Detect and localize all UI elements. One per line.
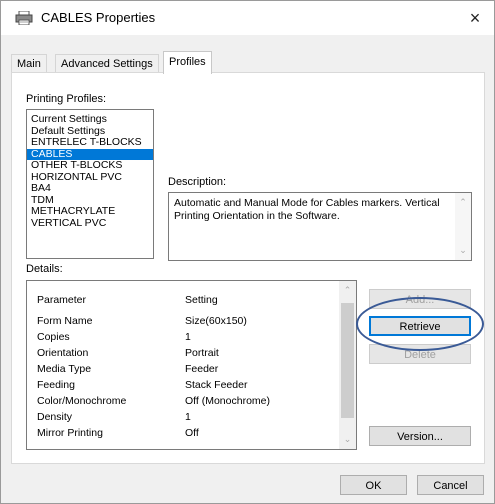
description-box: Automatic and Manual Mode for Cables mar…: [168, 192, 472, 261]
list-item[interactable]: OTHER T-BLOCKS: [27, 159, 153, 172]
details-header: Parameter Setting: [27, 293, 337, 307]
setting-cell: 1: [185, 331, 191, 343]
details-scrollbar[interactable]: ⌃ ⌄: [339, 281, 356, 449]
parameter-cell: Density: [37, 411, 73, 423]
table-row: Media Type Feeder: [27, 362, 337, 376]
delete-button[interactable]: Delete: [369, 344, 471, 364]
column-header-setting: Setting: [185, 294, 218, 306]
column-header-parameter: Parameter: [37, 294, 87, 306]
title-bar: CABLES Properties ×: [1, 1, 494, 35]
printing-profiles-list[interactable]: Current Settings Default Settings ENTREL…: [26, 109, 154, 259]
table-row: Form Name Size(60x150): [27, 314, 337, 328]
setting-cell: Feeder: [185, 363, 219, 375]
retrieve-button[interactable]: Retrieve: [369, 316, 471, 336]
scrollbar-thumb[interactable]: [341, 303, 354, 418]
setting-cell: Off: [185, 427, 199, 439]
table-row: Mirror Printing Off: [27, 426, 337, 440]
close-button[interactable]: ×: [460, 3, 490, 33]
properties-dialog: CABLES Properties × Main Advanced Settin…: [0, 0, 495, 504]
parameter-cell: Orientation: [37, 347, 89, 359]
description-text: Automatic and Manual Mode for Cables mar…: [174, 197, 440, 222]
list-item[interactable]: BA4: [27, 182, 153, 195]
table-row: Orientation Portrait: [27, 346, 337, 360]
setting-cell: Stack Feeder: [185, 379, 248, 391]
parameter-cell: Form Name: [37, 315, 93, 327]
window-title: CABLES Properties: [41, 10, 156, 25]
parameter-cell: Color/Monochrome: [37, 395, 127, 407]
printing-profiles-label: Printing Profiles:: [26, 93, 107, 105]
table-row: Feeding Stack Feeder: [27, 378, 337, 392]
printer-icon: [15, 11, 33, 25]
table-row: Color/Monochrome Off (Monochrome): [27, 394, 337, 408]
tab-main[interactable]: Main: [11, 54, 47, 73]
tab-profiles[interactable]: Profiles: [163, 51, 212, 74]
parameter-cell: Copies: [37, 331, 70, 343]
list-item[interactable]: METHACRYLATE: [27, 205, 153, 218]
ok-button[interactable]: OK: [340, 475, 407, 495]
scroll-up-icon[interactable]: ⌃: [339, 285, 356, 296]
description-scrollbar[interactable]: ⌃ ⌄: [455, 193, 471, 260]
list-item[interactable]: ENTRELEC T-BLOCKS: [27, 136, 153, 149]
list-item[interactable]: Current Settings: [27, 113, 153, 126]
details-list[interactable]: Parameter Setting Form Name Size(60x150)…: [26, 280, 357, 450]
scroll-down-icon[interactable]: ⌄: [455, 245, 471, 256]
description-label: Description:: [168, 176, 227, 188]
version-button[interactable]: Version...: [369, 426, 471, 446]
setting-cell: Size(60x150): [185, 315, 247, 327]
setting-cell: Portrait: [185, 347, 219, 359]
table-row: Copies 1: [27, 330, 337, 344]
scroll-down-icon[interactable]: ⌄: [339, 434, 356, 445]
table-row: Density 1: [27, 410, 337, 424]
setting-cell: Off (Monochrome): [185, 395, 270, 407]
parameter-cell: Media Type: [37, 363, 92, 375]
tab-advanced-settings[interactable]: Advanced Settings: [55, 54, 159, 73]
close-icon: ×: [469, 8, 481, 28]
parameter-cell: Feeding: [37, 379, 75, 391]
cancel-button[interactable]: Cancel: [417, 475, 484, 495]
add-button[interactable]: Add...: [369, 289, 471, 309]
setting-cell: 1: [185, 411, 191, 423]
scroll-up-icon[interactable]: ⌃: [455, 197, 471, 208]
list-item[interactable]: VERTICAL PVC: [27, 217, 153, 230]
details-label: Details:: [26, 263, 63, 275]
parameter-cell: Mirror Printing: [37, 427, 103, 439]
